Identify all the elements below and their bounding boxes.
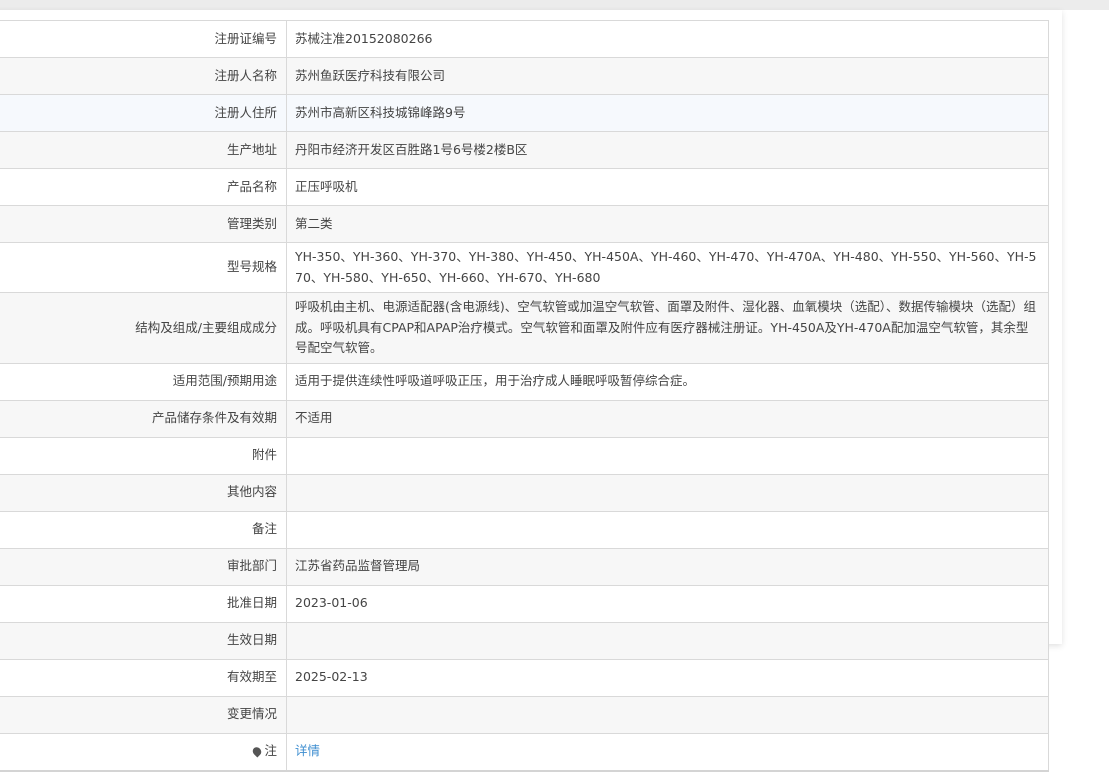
- field-label: 管理类别: [0, 205, 287, 243]
- table-row: 附件: [0, 436, 1049, 475]
- table-row: 备注: [0, 510, 1049, 549]
- table-row: 批准日期 2023-01-06: [0, 584, 1049, 623]
- field-value: 正压呼吸机: [286, 168, 1049, 206]
- field-value: [286, 695, 1049, 734]
- field-label: 产品名称: [0, 168, 287, 206]
- table-row: 变更情况: [0, 695, 1049, 734]
- field-label: 注册人名称: [0, 57, 287, 95]
- field-value: [286, 621, 1049, 660]
- table-row: 生产地址 丹阳市经济开发区百胜路1号6号楼2楼B区: [0, 131, 1049, 169]
- note-label: 注: [264, 743, 277, 759]
- table-row: 注册证编号 苏械注准20152080266: [0, 20, 1049, 58]
- field-value: 不适用: [286, 399, 1049, 438]
- field-value: 丹阳市经济开发区百胜路1号6号楼2楼B区: [286, 131, 1049, 169]
- field-label: 注: [0, 732, 287, 771]
- table-row: 适用范围/预期用途 适用于提供连续性呼吸道呼吸正压，用于治疗成人睡眠呼吸暂停综合症…: [0, 362, 1049, 401]
- field-value: 苏州鱼跃医疗科技有限公司: [286, 57, 1049, 95]
- table-row: 注册人住所 苏州市高新区科技城锦峰路9号: [0, 94, 1049, 132]
- field-label: 其他内容: [0, 473, 287, 512]
- field-value: [286, 436, 1049, 475]
- field-value: 呼吸机由主机、电源适配器(含电源线)、空气软管或加温空气软管、面罩及附件、湿化器…: [286, 292, 1049, 364]
- field-label: 审批部门: [0, 547, 287, 586]
- details-link[interactable]: 详情: [295, 743, 320, 758]
- pin-icon: [251, 745, 264, 758]
- field-label: 附件: [0, 436, 287, 475]
- field-label: 批准日期: [0, 584, 287, 623]
- field-value: YH-350、YH-360、YH-370、YH-380、YH-450、YH-45…: [286, 242, 1049, 293]
- table-row: 型号规格 YH-350、YH-360、YH-370、YH-380、YH-450、Y…: [0, 242, 1049, 293]
- table-row: 其他内容: [0, 473, 1049, 512]
- table-row: 审批部门 江苏省药品监督管理局: [0, 547, 1049, 586]
- field-value: 苏械注准20152080266: [286, 20, 1049, 58]
- field-label: 注册证编号: [0, 20, 287, 58]
- table-row-note: 注 详情: [0, 732, 1049, 771]
- table-row: 产品名称 正压呼吸机: [0, 168, 1049, 206]
- field-value: [286, 473, 1049, 512]
- table-row: 生效日期: [0, 621, 1049, 660]
- registration-detail-table: 注册证编号 苏械注准20152080266 注册人名称 苏州鱼跃医疗科技有限公司 注册人…: [0, 20, 1049, 772]
- field-label: 适用范围/预期用途: [0, 362, 287, 401]
- field-value: 苏州市高新区科技城锦峰路9号: [286, 94, 1049, 132]
- field-value: 适用于提供连续性呼吸道呼吸正压，用于治疗成人睡眠呼吸暂停综合症。: [286, 362, 1049, 401]
- table-row: 注册人名称 苏州鱼跃医疗科技有限公司: [0, 57, 1049, 95]
- table-row: 结构及组成/主要组成成分 呼吸机由主机、电源适配器(含电源线)、空气软管或加温空气…: [0, 292, 1049, 364]
- table-row: 产品储存条件及有效期 不适用: [0, 399, 1049, 438]
- field-label: 注册人住所: [0, 94, 287, 132]
- field-label: 备注: [0, 510, 287, 549]
- field-label: 生效日期: [0, 621, 287, 660]
- field-value: [286, 510, 1049, 549]
- top-bar: [0, 0, 1109, 10]
- field-value: 第二类: [286, 205, 1049, 243]
- field-label: 结构及组成/主要组成成分: [0, 292, 287, 364]
- field-value: 江苏省药品监督管理局: [286, 547, 1049, 586]
- field-label: 型号规格: [0, 242, 287, 293]
- field-value: 2023-01-06: [286, 584, 1049, 623]
- field-label: 产品储存条件及有效期: [0, 399, 287, 438]
- field-label: 生产地址: [0, 131, 287, 169]
- table-row: 管理类别 第二类: [0, 205, 1049, 243]
- field-label: 变更情况: [0, 695, 287, 734]
